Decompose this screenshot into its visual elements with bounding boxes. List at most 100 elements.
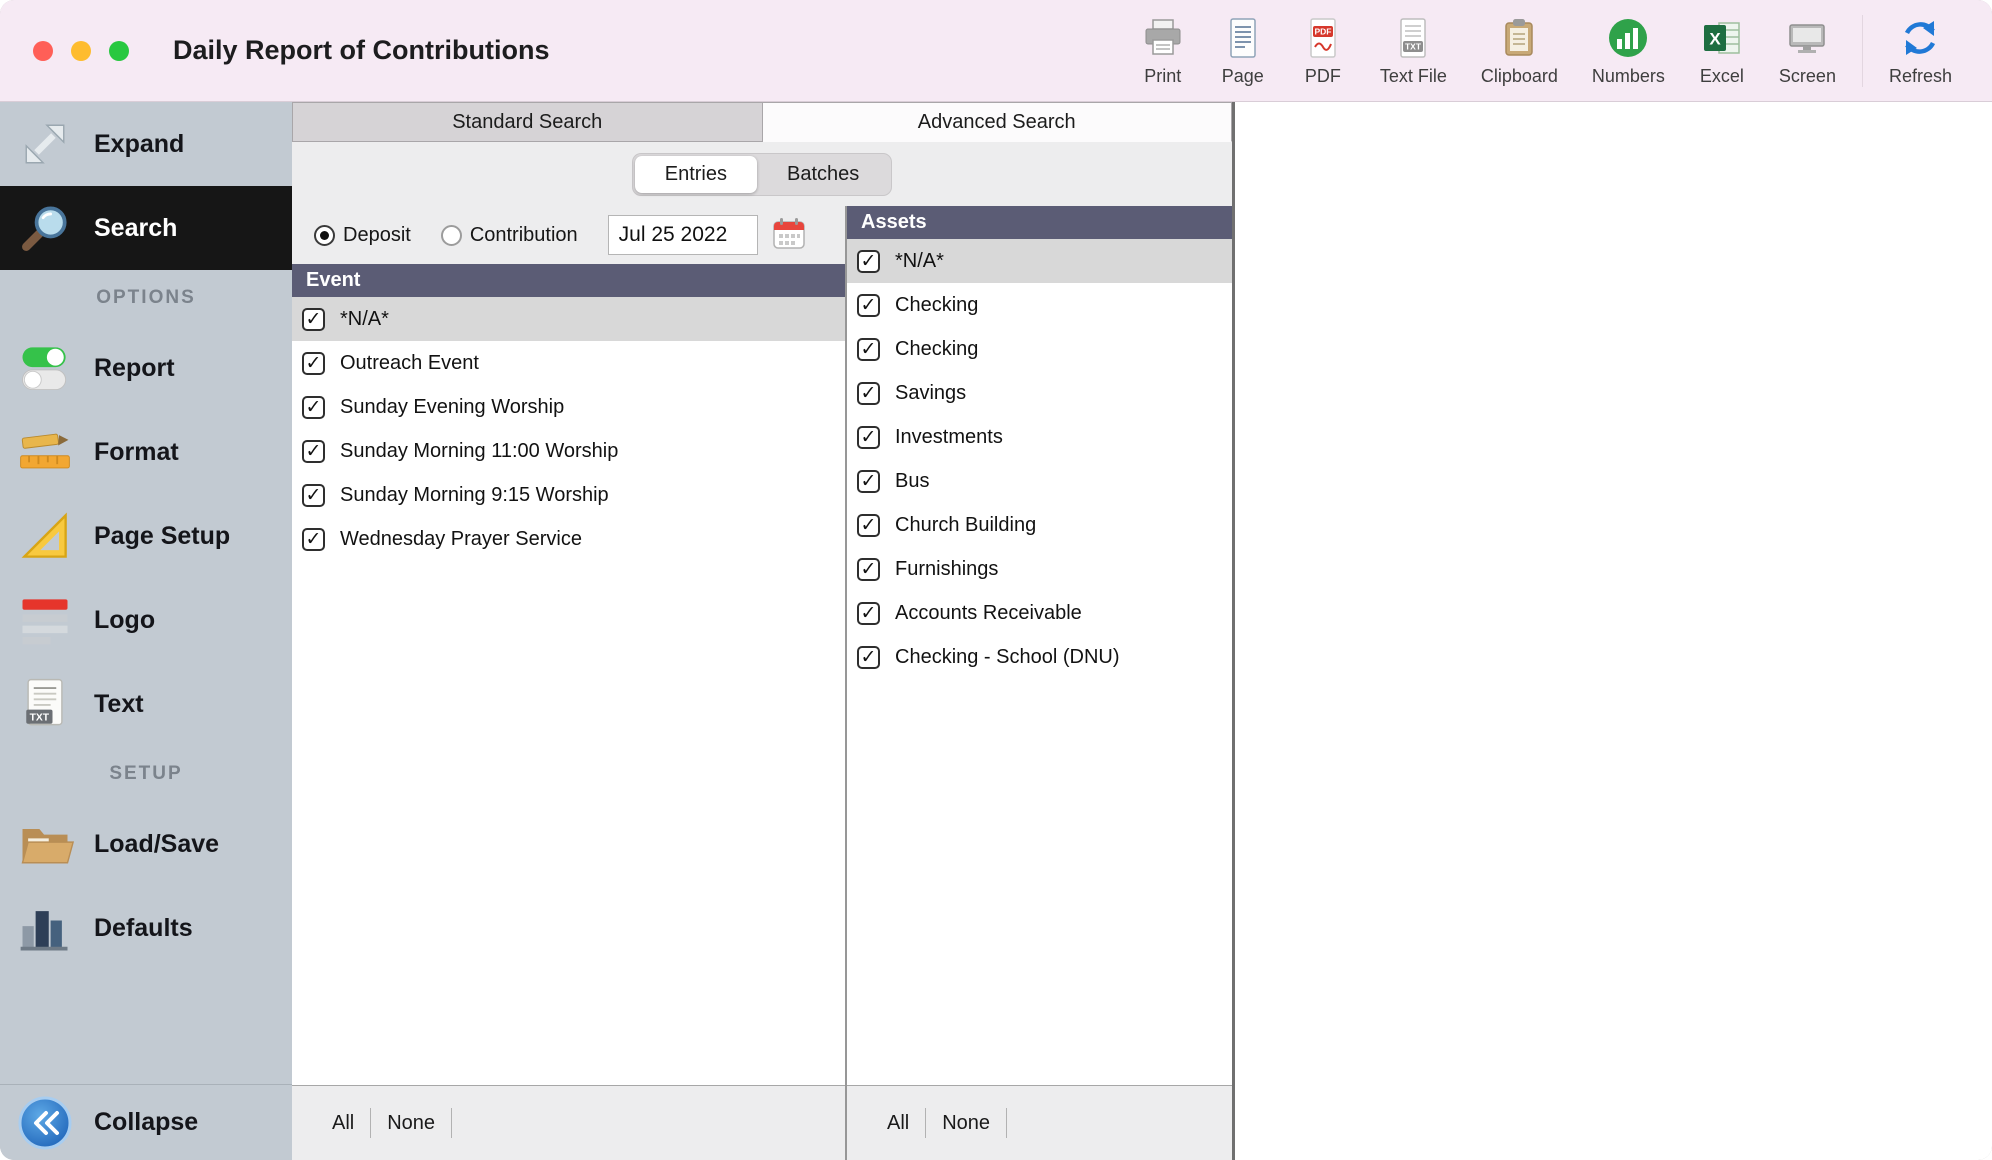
assets-list-item[interactable]: *N/A* <box>847 239 1232 283</box>
entries-batches-segmented-control: Entries Batches <box>632 153 893 196</box>
zoom-button[interactable] <box>109 41 129 61</box>
search-tabbar: Standard Search Advanced Search <box>292 102 1232 142</box>
event-item-label: Sunday Morning 11:00 Worship <box>340 440 618 463</box>
excel-button[interactable]: X Excel <box>1687 15 1757 87</box>
print-button[interactable]: Print <box>1128 15 1198 87</box>
event-list: *N/A* Outreach Event Sunday Evening Wors… <box>292 297 845 1086</box>
event-column: Deposit Contribution <box>292 206 845 1160</box>
minimize-button[interactable] <box>71 41 91 61</box>
sidebar-item-logo[interactable]: Logo <box>0 578 292 662</box>
assets-list-item[interactable]: Furnishings <box>847 547 1232 591</box>
tab-standard-search[interactable]: Standard Search <box>292 102 763 142</box>
format-icon <box>12 419 78 485</box>
svg-text:PDF: PDF <box>1314 26 1331 36</box>
event-list-item[interactable]: Sunday Morning 11:00 Worship <box>292 429 845 473</box>
assets-list-item[interactable]: Accounts Receivable <box>847 591 1232 635</box>
checkbox-icon[interactable] <box>302 308 325 331</box>
event-panel-header: Event <box>292 264 845 297</box>
sidebar-item-text[interactable]: TXT Text <box>0 662 292 746</box>
checkbox-icon[interactable] <box>857 382 880 405</box>
assets-item-label: Checking - School (DNU) <box>895 646 1120 669</box>
sidebar: Expand Search OPTIONS Report Format <box>0 102 292 1160</box>
checkbox-icon[interactable] <box>857 514 880 537</box>
checkbox-icon[interactable] <box>302 352 325 375</box>
checkbox-icon[interactable] <box>857 558 880 581</box>
checkbox-icon[interactable] <box>302 528 325 551</box>
load-save-label: Load/Save <box>94 830 219 859</box>
mode-switch-row: Entries Batches <box>292 142 1232 206</box>
clipboard-icon <box>1496 15 1542 61</box>
page-icon <box>1220 15 1266 61</box>
assets-item-label: Checking <box>895 294 978 317</box>
export-toolbar: Print Page PDF PDF TXT Text File <box>1128 15 1964 87</box>
excel-icon: X <box>1699 15 1745 61</box>
close-button[interactable] <box>33 41 53 61</box>
numbers-label: Numbers <box>1592 66 1665 87</box>
tab-advanced-search[interactable]: Advanced Search <box>763 102 1233 142</box>
event-list-item[interactable]: Wednesday Prayer Service <box>292 517 845 561</box>
page-button[interactable]: Page <box>1208 15 1278 87</box>
pdf-icon: PDF <box>1300 15 1346 61</box>
excel-label: Excel <box>1700 66 1744 87</box>
segment-batches[interactable]: Batches <box>757 156 889 193</box>
pdf-button[interactable]: PDF PDF <box>1288 15 1358 87</box>
assets-list-item[interactable]: Savings <box>847 371 1232 415</box>
contribution-radio[interactable]: Contribution <box>441 224 578 247</box>
checkbox-icon[interactable] <box>857 602 880 625</box>
event-list-item[interactable]: Outreach Event <box>292 341 845 385</box>
checkbox-icon[interactable] <box>857 294 880 317</box>
assets-list-item[interactable]: Checking <box>847 327 1232 371</box>
date-input[interactable] <box>608 215 758 255</box>
assets-list-item[interactable]: Investments <box>847 415 1232 459</box>
calendar-button[interactable] <box>770 216 808 254</box>
numbers-button[interactable]: Numbers <box>1580 15 1677 87</box>
assets-list-item[interactable]: Checking - School (DNU) <box>847 635 1232 679</box>
checkbox-icon[interactable] <box>857 470 880 493</box>
assets-column: Assets *N/A* Checking <box>845 206 1232 1160</box>
screen-label: Screen <box>1779 66 1836 87</box>
checkbox-icon[interactable] <box>857 646 880 669</box>
event-none-button[interactable]: None <box>371 1108 451 1139</box>
checkbox-icon[interactable] <box>857 250 880 273</box>
sidebar-item-report[interactable]: Report <box>0 326 292 410</box>
event-list-footer: All None <box>292 1086 845 1160</box>
checkbox-icon[interactable] <box>302 440 325 463</box>
deposit-radio[interactable]: Deposit <box>314 224 411 247</box>
type-filter-row: Deposit Contribution <box>292 206 845 264</box>
checkbox-icon[interactable] <box>302 484 325 507</box>
sidebar-item-search[interactable]: Search <box>0 186 292 270</box>
event-item-label: *N/A* <box>340 308 389 331</box>
event-list-item[interactable]: *N/A* <box>292 297 845 341</box>
segment-entries[interactable]: Entries <box>635 156 757 193</box>
radio-unselected-icon <box>441 225 462 246</box>
text-file-button[interactable]: TXT Text File <box>1368 15 1459 87</box>
screen-button[interactable]: Screen <box>1767 15 1848 87</box>
refresh-button[interactable]: Refresh <box>1877 15 1964 87</box>
assets-list-item[interactable]: Checking <box>847 283 1232 327</box>
sidebar-item-format[interactable]: Format <box>0 410 292 494</box>
assets-all-button[interactable]: All <box>871 1108 925 1139</box>
text-label: Text <box>94 690 144 719</box>
assets-item-label: Church Building <box>895 514 1036 537</box>
assets-list-item[interactable]: Bus <box>847 459 1232 503</box>
deposit-label: Deposit <box>343 224 411 247</box>
assets-list-item[interactable]: Church Building <box>847 503 1232 547</box>
titlebar: Daily Report of Contributions Print Page… <box>0 0 1992 102</box>
screen-icon <box>1784 15 1830 61</box>
assets-item-label: Checking <box>895 338 978 361</box>
checkbox-icon[interactable] <box>302 396 325 419</box>
sidebar-item-load-save[interactable]: Load/Save <box>0 802 292 886</box>
event-item-label: Wednesday Prayer Service <box>340 528 582 551</box>
sidebar-item-defaults[interactable]: Defaults <box>0 886 292 970</box>
checkbox-icon[interactable] <box>857 426 880 449</box>
sidebar-item-expand[interactable]: Expand <box>0 102 292 186</box>
event-all-button[interactable]: All <box>316 1108 370 1139</box>
checkbox-icon[interactable] <box>857 338 880 361</box>
clipboard-button[interactable]: Clipboard <box>1469 15 1570 87</box>
refresh-label: Refresh <box>1889 66 1952 87</box>
sidebar-item-page-setup[interactable]: Page Setup <box>0 494 292 578</box>
assets-none-button[interactable]: None <box>926 1108 1006 1139</box>
event-list-item[interactable]: Sunday Evening Worship <box>292 385 845 429</box>
sidebar-item-collapse[interactable]: Collapse <box>0 1084 292 1160</box>
event-list-item[interactable]: Sunday Morning 9:15 Worship <box>292 473 845 517</box>
